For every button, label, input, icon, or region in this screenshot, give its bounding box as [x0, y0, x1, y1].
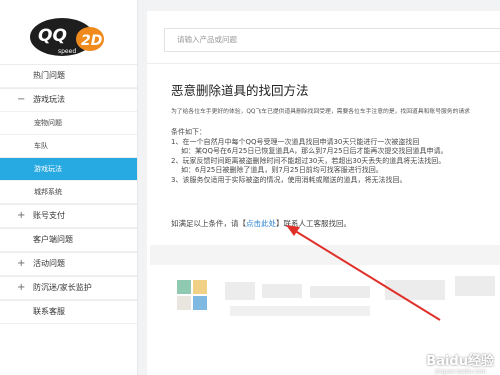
annotation-arrow	[286, 225, 441, 321]
baidu-watermark: Baidu经验	[426, 354, 494, 369]
baidu-watermark-url: jingyan.baidu.com	[435, 369, 486, 375]
